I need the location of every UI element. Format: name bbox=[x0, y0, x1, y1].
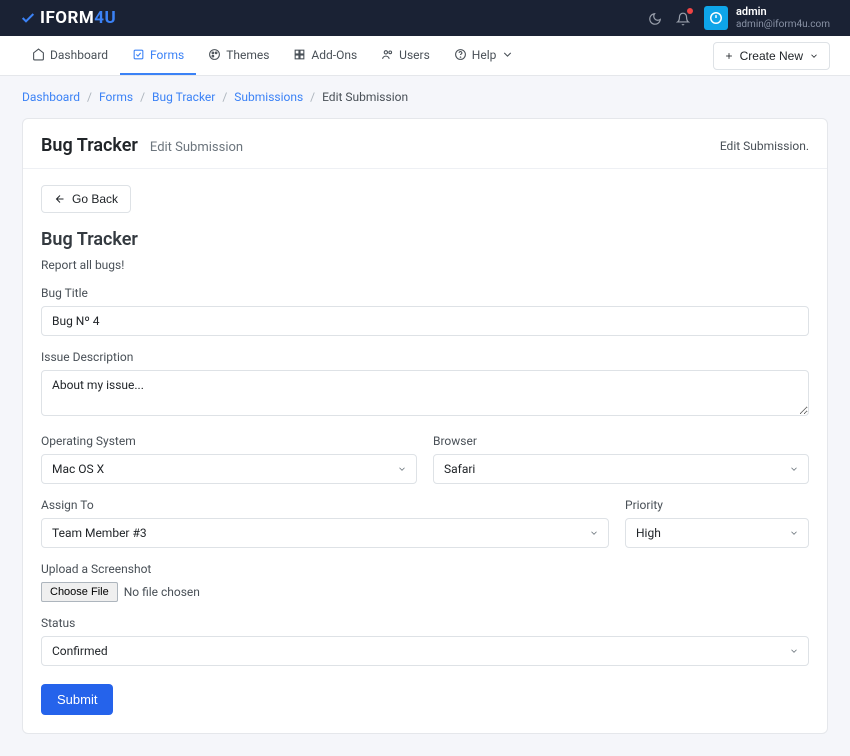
breadcrumb-current: Edit Submission bbox=[322, 90, 408, 104]
form-heading: Bug Tracker bbox=[41, 229, 809, 250]
breadcrumb-link[interactable]: Forms bbox=[99, 90, 133, 104]
card-title: Bug Tracker bbox=[41, 135, 138, 156]
card-subtitle: Edit Submission bbox=[150, 140, 243, 155]
user-name: admin bbox=[736, 6, 830, 18]
create-new-label: Create New bbox=[740, 49, 803, 63]
help-icon bbox=[454, 48, 467, 61]
users-icon bbox=[381, 48, 394, 61]
user-menu[interactable]: admin admin@iform4u.com bbox=[704, 6, 830, 30]
card-header: Bug Tracker Edit Submission Edit Submiss… bbox=[23, 119, 827, 169]
os-label: Operating System bbox=[41, 434, 417, 448]
card-action-text: Edit Submission. bbox=[720, 139, 809, 153]
notification-dot bbox=[687, 8, 693, 14]
nav-users[interactable]: Users bbox=[369, 36, 442, 75]
user-email: admin@iform4u.com bbox=[736, 19, 830, 30]
nav-forms[interactable]: Forms bbox=[120, 36, 196, 75]
nav-item-label: Users bbox=[399, 48, 430, 62]
priority-label: Priority bbox=[625, 498, 809, 512]
brand-logo[interactable]: IFORM4U bbox=[20, 8, 116, 28]
os-select[interactable]: Mac OS X bbox=[41, 454, 417, 484]
navbar: Dashboard Forms Themes Add-Ons Users Hel… bbox=[0, 36, 850, 76]
breadcrumb-link[interactable]: Submissions bbox=[234, 90, 303, 104]
topbar: IFORM4U admin admin@iform4u.com bbox=[0, 0, 850, 36]
bug-title-input[interactable] bbox=[41, 306, 809, 336]
nav-dashboard[interactable]: Dashboard bbox=[20, 36, 120, 75]
browser-label: Browser bbox=[433, 434, 809, 448]
avatar bbox=[704, 6, 728, 30]
browser-select[interactable]: Safari bbox=[433, 454, 809, 484]
notifications-icon[interactable] bbox=[676, 11, 690, 25]
home-icon bbox=[32, 48, 45, 61]
issue-desc-label: Issue Description bbox=[41, 350, 809, 364]
theme-toggle-icon[interactable] bbox=[648, 11, 662, 25]
breadcrumb: Dashboard / Forms / Bug Tracker / Submis… bbox=[0, 76, 850, 118]
bug-title-label: Bug Title bbox=[41, 286, 809, 300]
chevron-down-icon bbox=[501, 48, 514, 61]
nav-themes[interactable]: Themes bbox=[196, 36, 281, 75]
priority-select[interactable]: High bbox=[625, 518, 809, 548]
issue-desc-input[interactable]: About my issue... bbox=[41, 370, 809, 416]
chevron-down-icon bbox=[809, 51, 819, 61]
create-new-button[interactable]: Create New bbox=[713, 42, 830, 70]
main-card: Bug Tracker Edit Submission Edit Submiss… bbox=[22, 118, 828, 734]
nav-item-label: Forms bbox=[150, 48, 184, 62]
form-description: Report all bugs! bbox=[41, 258, 809, 272]
assign-to-select[interactable]: Team Member #3 bbox=[41, 518, 609, 548]
nav-item-label: Dashboard bbox=[50, 48, 108, 62]
file-chosen-text: No file chosen bbox=[124, 585, 200, 599]
submit-button[interactable]: Submit bbox=[41, 684, 113, 715]
nav-help[interactable]: Help bbox=[442, 36, 527, 75]
topbar-right: admin admin@iform4u.com bbox=[648, 6, 830, 30]
logo-check-icon bbox=[20, 10, 36, 26]
screenshot-label: Upload a Screenshot bbox=[41, 562, 809, 576]
nav-item-label: Themes bbox=[226, 48, 269, 62]
themes-icon bbox=[208, 48, 221, 61]
nav-item-label: Add-Ons bbox=[311, 48, 357, 62]
assign-to-label: Assign To bbox=[41, 498, 609, 512]
brand-text: IFORM4U bbox=[40, 8, 116, 28]
go-back-label: Go Back bbox=[72, 192, 118, 206]
go-back-button[interactable]: Go Back bbox=[41, 185, 131, 213]
nav-addons[interactable]: Add-Ons bbox=[281, 36, 369, 75]
nav-item-label: Help bbox=[472, 48, 497, 62]
arrow-left-icon bbox=[54, 193, 66, 205]
plus-icon bbox=[724, 51, 734, 61]
breadcrumb-link[interactable]: Bug Tracker bbox=[152, 90, 215, 104]
forms-icon bbox=[132, 48, 145, 61]
breadcrumb-link[interactable]: Dashboard bbox=[22, 90, 80, 104]
addons-icon bbox=[293, 48, 306, 61]
status-select[interactable]: Confirmed bbox=[41, 636, 809, 666]
choose-file-button[interactable]: Choose File bbox=[41, 582, 118, 602]
status-label: Status bbox=[41, 616, 809, 630]
